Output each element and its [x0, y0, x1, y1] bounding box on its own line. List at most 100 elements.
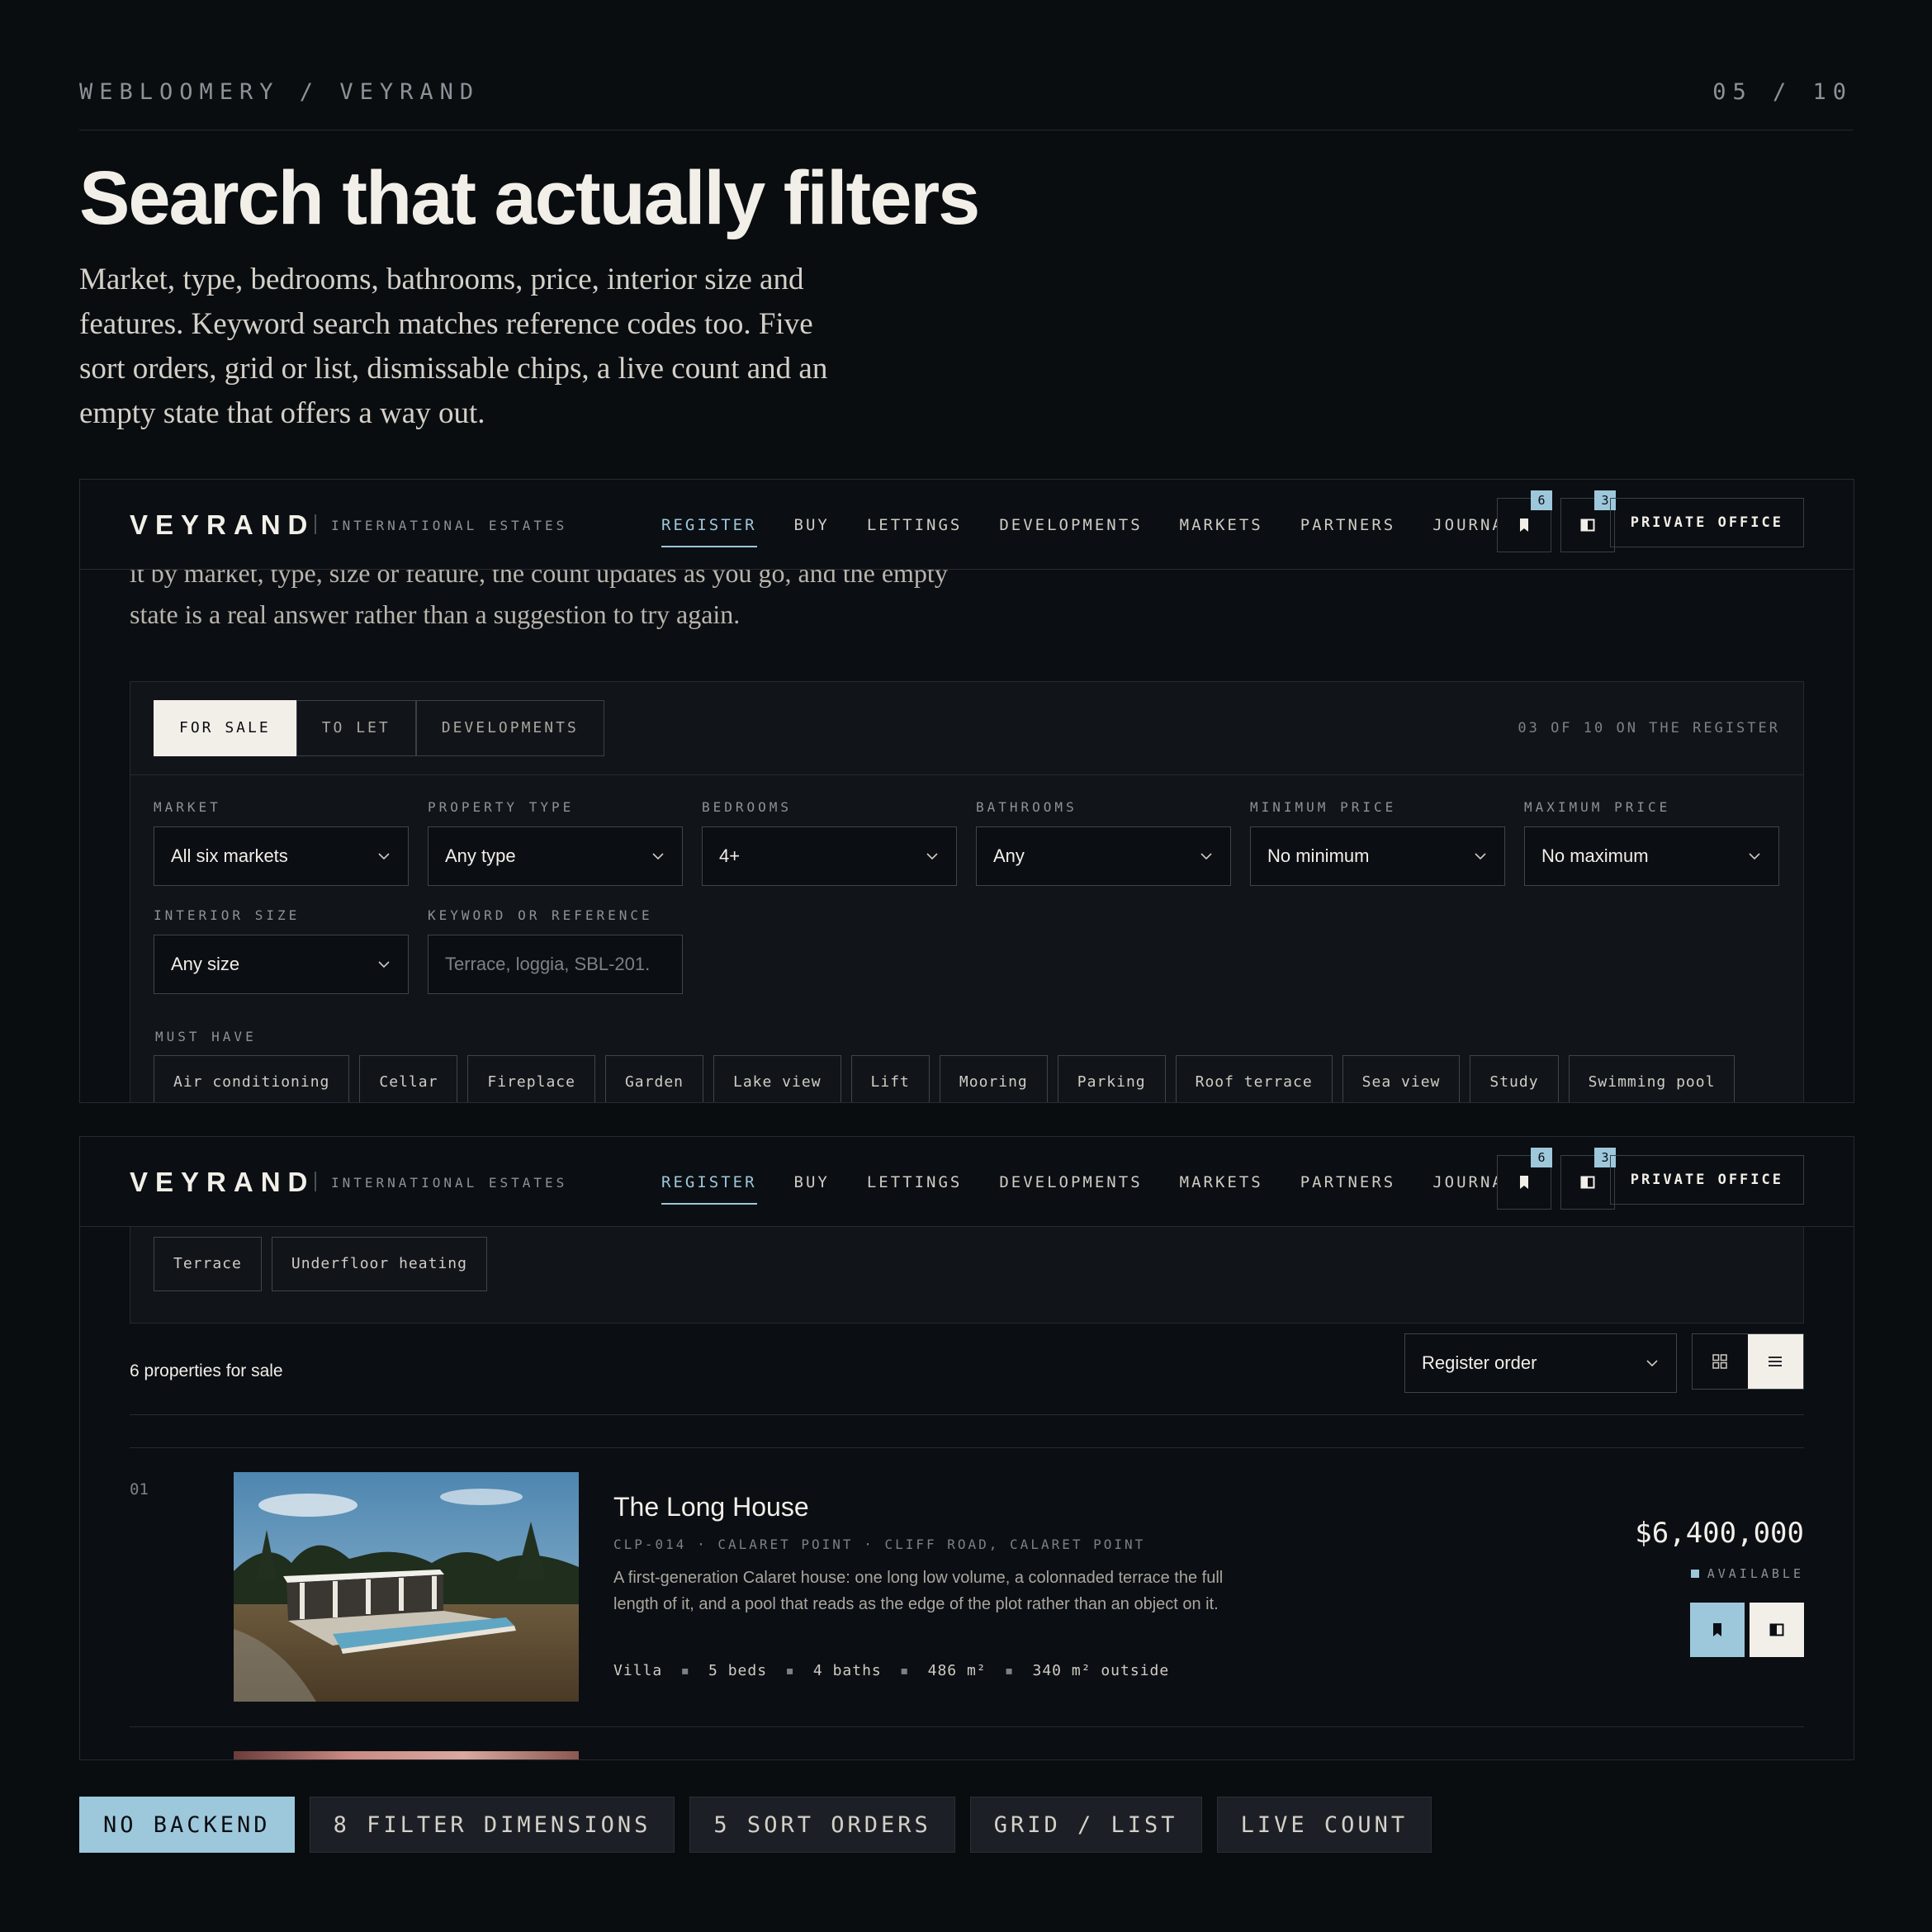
feature-chip[interactable]: Terrace — [154, 1237, 262, 1291]
screenshot-frame-results: Terrace Underfloor heating VEYRAND INTER… — [79, 1136, 1854, 1760]
select-value: All six markets — [171, 845, 288, 866]
tag: NO BACKEND — [79, 1797, 295, 1853]
select-value: Register order — [1422, 1352, 1537, 1373]
mode-developments[interactable]: DEVELOPMENTS — [415, 700, 604, 756]
feature-chip[interactable]: Lift — [850, 1055, 930, 1102]
nav-developments[interactable]: DEVELOPMENTS — [999, 1173, 1142, 1191]
select-value: No minimum — [1267, 845, 1370, 866]
logo-subtitle: INTERNATIONAL ESTATES — [331, 1175, 568, 1191]
feature-chip[interactable]: Mooring — [939, 1055, 1048, 1102]
keyword-input[interactable]: Terrace, loggia, SBL-201. — [428, 935, 683, 994]
bedrooms-select[interactable]: 4+ — [702, 826, 957, 886]
tag: 5 SORT ORDERS — [689, 1797, 955, 1853]
saved-button[interactable]: 6 — [1497, 1148, 1552, 1210]
save-listing-button[interactable] — [1690, 1603, 1745, 1657]
feature-chip[interactable]: Sea view — [1342, 1055, 1461, 1102]
spec-interior: 486 m² — [927, 1662, 987, 1679]
feature-chip[interactable]: Cellar — [359, 1055, 458, 1102]
feature-chip[interactable]: Roof terrace — [1175, 1055, 1333, 1102]
divider — [130, 1414, 1804, 1415]
saved-count-badge: 6 — [1531, 490, 1552, 510]
nav-lettings[interactable]: LETTINGS — [867, 1173, 963, 1191]
private-office-button[interactable]: PRIVATE OFFICE — [1609, 1155, 1804, 1205]
feature-chip[interactable]: Study — [1470, 1055, 1559, 1102]
chevron-down-icon — [652, 853, 664, 860]
nav-register[interactable]: REGISTER — [661, 1173, 757, 1205]
meta-row: WEBLOOMERY / VEYRAND 05 / 10 — [79, 79, 1853, 130]
feature-chip[interactable]: Air conditioning — [154, 1055, 350, 1102]
minimum-price-select[interactable]: No minimum — [1250, 826, 1505, 886]
main-nav: REGISTER BUY LETTINGS DEVELOPMENTS MARKE… — [661, 1173, 1553, 1205]
feature-chip[interactable]: Underfloor heating — [271, 1237, 487, 1291]
field-label: MINIMUM PRICE — [1250, 799, 1397, 815]
interior-size-field: INTERIOR SIZE Any size — [154, 907, 409, 994]
feature-chips: Air conditioning Cellar Fireplace Garden… — [154, 1055, 1745, 1102]
view-toggle — [1692, 1333, 1804, 1390]
nav-markets[interactable]: MARKETS — [1180, 516, 1263, 534]
maximum-price-select[interactable]: No maximum — [1524, 826, 1779, 886]
listing-price: $6,400,000 — [1635, 1517, 1804, 1550]
list-icon — [1769, 1357, 1782, 1366]
nav-buy[interactable]: BUY — [794, 516, 830, 534]
listing-status: AVAILABLE — [1690, 1566, 1804, 1581]
saved-button[interactable]: 6 — [1497, 490, 1552, 552]
feature-chip[interactable]: Parking — [1057, 1055, 1166, 1102]
listing-specs: Villa ▪ 5 beds ▪ 4 baths ▪ 486 m² ▪ 340 m² outsi… — [613, 1662, 1170, 1679]
compare-icon — [1769, 1623, 1784, 1636]
spec-type: Villa — [613, 1662, 663, 1679]
private-office-button[interactable]: PRIVATE OFFICE — [1609, 498, 1804, 547]
property-type-field: PROPERTY TYPE Any type — [428, 799, 683, 886]
nav-register[interactable]: REGISTER — [661, 516, 757, 547]
compare-listing-button[interactable] — [1750, 1603, 1804, 1657]
listing-photo[interactable] — [234, 1472, 579, 1702]
intro-text-line: state is a real answer rather than a sug… — [130, 599, 741, 629]
tag: 8 FILTER DIMENSIONS — [309, 1797, 675, 1853]
next-listing-photo[interactable] — [234, 1751, 579, 1759]
site-logo[interactable]: VEYRAND — [130, 1167, 315, 1198]
interior-size-select[interactable]: Any size — [154, 935, 409, 994]
field-label: PROPERTY TYPE — [428, 799, 575, 815]
compare-button[interactable]: 3 — [1560, 1148, 1616, 1210]
chevron-down-icon — [378, 853, 390, 860]
select-value: Any size — [171, 954, 240, 974]
feature-chip[interactable]: Garden — [604, 1055, 703, 1102]
listing-title[interactable]: The Long House — [613, 1492, 809, 1522]
nav-partners[interactable]: PARTNERS — [1300, 1173, 1396, 1191]
feature-chip[interactable]: Swimming pool — [1568, 1055, 1735, 1102]
listing-reference: CLP-014 · CALARET POINT · CLIFF ROAD, CA… — [613, 1537, 1146, 1552]
listing-mode-switch: FOR SALE TO LET DEVELOPMENTS — [154, 700, 604, 756]
page-lede: Market, type, bedrooms, bathrooms, price… — [79, 263, 828, 430]
nav-partners[interactable]: PARTNERS — [1300, 516, 1396, 534]
site-logo[interactable]: VEYRAND — [130, 509, 315, 541]
feature-chip[interactable]: Lake view — [713, 1055, 841, 1102]
tag: GRID / LIST — [969, 1797, 1202, 1853]
minimum-price-field: MINIMUM PRICE No minimum — [1250, 799, 1505, 886]
divider — [130, 774, 1803, 775]
nav-developments[interactable]: DEVELOPMENTS — [999, 516, 1142, 534]
feature-chip[interactable]: Fireplace — [467, 1055, 595, 1102]
nav-lettings[interactable]: LETTINGS — [867, 516, 963, 534]
market-select[interactable]: All six markets — [154, 826, 409, 886]
site-header: VEYRAND INTERNATIONAL ESTATES REGISTER B… — [80, 480, 1854, 570]
mode-for-sale[interactable]: FOR SALE — [154, 700, 296, 756]
page-title: Search that actually filters — [79, 156, 980, 240]
compare-button[interactable]: 3 — [1560, 490, 1616, 552]
property-type-select[interactable]: Any type — [428, 826, 683, 886]
status-text: AVAILABLE — [1707, 1566, 1804, 1581]
status-indicator — [1690, 1570, 1699, 1578]
list-view-button[interactable] — [1748, 1334, 1803, 1389]
nav-markets[interactable]: MARKETS — [1180, 1173, 1263, 1191]
compare-icon — [1580, 1176, 1595, 1189]
chevron-down-icon — [926, 853, 938, 860]
bookmark-icon — [1713, 1623, 1721, 1636]
bookmark-icon — [1520, 1176, 1528, 1189]
bathrooms-select[interactable]: Any — [976, 826, 1231, 886]
listing-description: A first-generation Calaret house: one lo… — [613, 1569, 1224, 1613]
sort-select[interactable]: Register order — [1404, 1333, 1677, 1393]
logo-divider — [315, 1172, 316, 1191]
grid-view-button[interactable] — [1693, 1334, 1748, 1389]
bedrooms-field: BEDROOMS 4+ — [702, 799, 957, 886]
mode-to-let[interactable]: TO LET — [296, 700, 416, 756]
nav-buy[interactable]: BUY — [794, 1173, 830, 1191]
field-label: MAXIMUM PRICE — [1524, 799, 1671, 815]
